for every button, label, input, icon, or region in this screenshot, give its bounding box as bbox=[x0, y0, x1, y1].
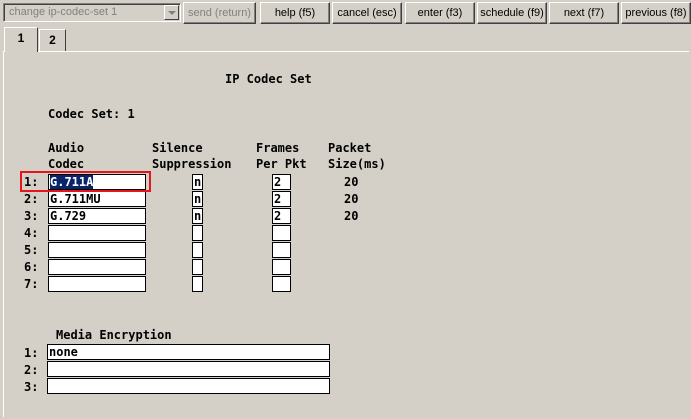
audio-codec-field[interactable] bbox=[48, 225, 146, 241]
media-encryption-title: Media Encryption bbox=[56, 328, 172, 342]
next-button[interactable]: next (f7) bbox=[549, 2, 619, 24]
audio-codec-field[interactable] bbox=[48, 242, 146, 258]
row-number: 4: bbox=[24, 226, 39, 240]
schedule-button[interactable]: schedule (f9) bbox=[477, 2, 547, 24]
frames-per-pkt-field[interactable] bbox=[272, 242, 291, 258]
packet-size-value: 20 bbox=[344, 192, 359, 206]
audio-codec-field[interactable]: G.729 bbox=[48, 208, 146, 224]
highlight-box bbox=[20, 171, 151, 192]
audio-codec-field[interactable] bbox=[48, 276, 146, 292]
silence-suppression-field[interactable] bbox=[192, 225, 203, 241]
previous-button[interactable]: previous (f8) bbox=[621, 2, 691, 24]
silence-suppression-field[interactable]: n bbox=[192, 191, 203, 207]
media-encryption-field[interactable] bbox=[47, 378, 330, 394]
frames-header-line2: Per Pkt bbox=[256, 157, 307, 171]
command-text: change ip-codec-set 1 bbox=[9, 6, 118, 18]
row-number: 1: bbox=[24, 346, 39, 360]
row-number: 2: bbox=[24, 192, 39, 206]
enter-button[interactable]: enter (f3) bbox=[405, 2, 475, 24]
help-button[interactable]: help (f5) bbox=[260, 2, 330, 24]
row-number: 2: bbox=[24, 363, 39, 377]
packet-header-line2: Size(ms) bbox=[328, 157, 386, 171]
dropdown-arrow-icon[interactable] bbox=[164, 5, 179, 20]
audio-codec-header-line1: Audio bbox=[48, 141, 85, 155]
packet-header-line1: Packet bbox=[328, 141, 372, 155]
silence-suppression-field[interactable]: n bbox=[192, 174, 203, 190]
frames-per-pkt-field[interactable]: 2 bbox=[272, 174, 291, 190]
frames-per-pkt-field[interactable] bbox=[272, 259, 291, 275]
silence-suppression-field[interactable]: n bbox=[192, 208, 203, 224]
audio-codec-header-line2: Codec bbox=[48, 157, 85, 171]
silence-suppression-field[interactable] bbox=[192, 276, 203, 292]
audio-codec-field[interactable] bbox=[48, 259, 146, 275]
silence-suppression-field[interactable] bbox=[192, 242, 203, 258]
frames-per-pkt-field[interactable]: 2 bbox=[272, 208, 291, 224]
row-number: 5: bbox=[24, 243, 39, 257]
row-number: 3: bbox=[24, 380, 39, 394]
form-title: IP Codec Set bbox=[225, 72, 312, 86]
audio-codec-field[interactable]: G.711MU bbox=[48, 191, 146, 207]
silence-suppression-field[interactable] bbox=[192, 259, 203, 275]
row-number: 6: bbox=[24, 260, 39, 274]
row-number: 7: bbox=[24, 277, 39, 291]
media-encryption-field[interactable] bbox=[47, 361, 330, 377]
packet-size-value: 20 bbox=[344, 175, 359, 189]
silence-header-line1: Silence bbox=[152, 141, 203, 155]
command-select[interactable]: change ip-codec-set 1 bbox=[3, 3, 181, 22]
tab-1[interactable]: 1 bbox=[4, 27, 38, 52]
frames-per-pkt-field[interactable] bbox=[272, 225, 291, 241]
frames-header-line1: Frames bbox=[256, 141, 300, 155]
row-number: 3: bbox=[24, 209, 39, 223]
media-encryption-field[interactable]: none bbox=[47, 344, 330, 360]
frames-per-pkt-field[interactable] bbox=[272, 276, 291, 292]
packet-size-value: 20 bbox=[344, 209, 359, 223]
frames-per-pkt-field[interactable]: 2 bbox=[272, 191, 291, 207]
silence-header-line2: Suppression bbox=[152, 157, 232, 171]
codec-set-label: Codec Set: 1 bbox=[48, 107, 135, 121]
send-button[interactable]: send (return) bbox=[183, 2, 256, 24]
cancel-button[interactable]: cancel (esc) bbox=[332, 2, 402, 24]
tab-2[interactable]: 2 bbox=[39, 29, 66, 51]
